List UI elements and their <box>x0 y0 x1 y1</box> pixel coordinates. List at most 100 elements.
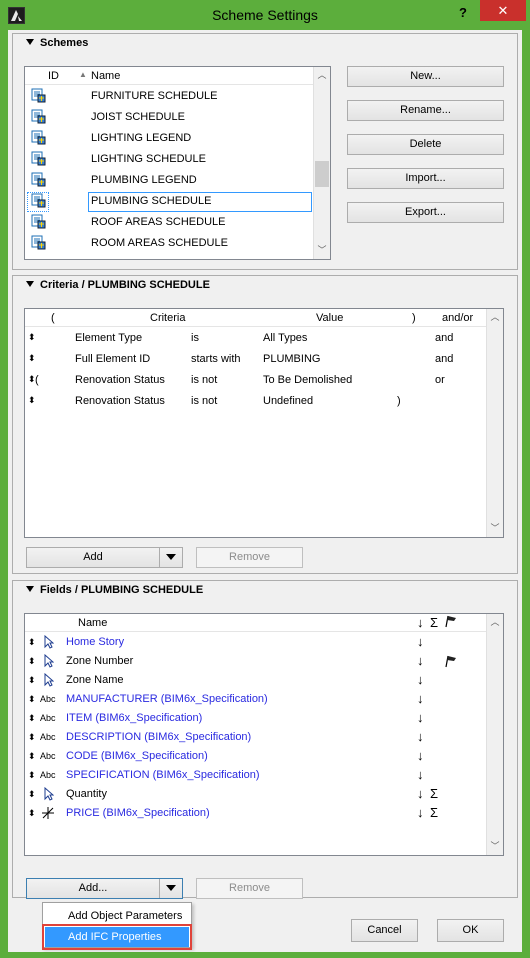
criteria-operator[interactable]: is <box>191 332 199 344</box>
field-row[interactable]: ⬍ Abc MANUFACTURER (BIM6x_Specification) ↓ <box>25 690 486 709</box>
close-button[interactable]: ✕ <box>480 0 526 21</box>
flag-icon[interactable] <box>445 655 457 671</box>
column-header-name[interactable]: Name <box>78 617 107 629</box>
field-row[interactable]: ⬍ Abc SPECIFICATION (BIM6x_Specification) ↓ <box>25 766 486 785</box>
sort-arrow-icon[interactable]: ↓ <box>417 710 424 725</box>
scheme-row[interactable]: JOIST SCHEDULE <box>25 107 313 128</box>
reorder-handle-icon[interactable]: ⬍ <box>28 353 36 364</box>
flag-icon[interactable] <box>445 615 457 631</box>
reorder-handle-icon[interactable]: ⬍ <box>28 808 36 819</box>
column-header-and-or[interactable]: and/or <box>442 312 473 324</box>
delete-button[interactable]: Delete <box>347 134 504 155</box>
scroll-down-icon[interactable]: ﹀ <box>314 242 330 259</box>
column-header-name[interactable]: Name <box>91 70 120 82</box>
criteria-panel-header[interactable]: Criteria / PLUMBING SCHEDULE <box>13 276 517 296</box>
field-name[interactable]: Home Story <box>66 636 124 648</box>
and-or[interactable]: or <box>435 374 445 386</box>
schemes-scrollbar[interactable]: ︿ ﹀ <box>313 67 330 259</box>
sort-arrow-icon[interactable]: ↓ <box>417 672 424 687</box>
sort-arrow-icon[interactable]: ↓ <box>417 729 424 744</box>
criteria-add-button[interactable]: Add <box>26 547 183 568</box>
criteria-name[interactable]: Renovation Status <box>75 374 165 386</box>
criteria-scrollbar[interactable]: ︿ ﹀ <box>486 309 503 537</box>
scheme-row[interactable]: ROOF AREAS SCHEDULE <box>25 212 313 233</box>
field-row[interactable]: ⬍ Abc CODE (BIM6x_Specification) ↓ <box>25 747 486 766</box>
scheme-row[interactable]: ROOM AREAS SCHEDULE <box>25 233 313 254</box>
sort-arrow-icon[interactable]: ↓ <box>417 748 424 763</box>
reorder-handle-icon[interactable]: ⬍ <box>28 789 36 800</box>
sort-arrow-icon[interactable]: ↓ <box>417 634 424 649</box>
criteria-value[interactable]: Undefined <box>263 395 313 407</box>
column-header-close-paren[interactable]: ) <box>412 312 416 324</box>
export-button[interactable]: Export... <box>347 202 504 223</box>
column-header-id[interactable]: ID <box>48 70 59 82</box>
reorder-handle-icon[interactable]: ⬍ <box>28 637 36 648</box>
field-name[interactable]: CODE (BIM6x_Specification) <box>66 750 208 762</box>
criteria-value[interactable]: All Types <box>263 332 307 344</box>
field-row[interactable]: ⬍ Abc DESCRIPTION (BIM6x_Specification) ↓ <box>25 728 486 747</box>
dropdown-arrow-icon[interactable] <box>159 548 182 567</box>
column-header-open-paren[interactable]: ( <box>51 312 55 324</box>
and-or[interactable]: and <box>435 332 453 344</box>
import-button[interactable]: Import... <box>347 168 504 189</box>
criteria-operator[interactable]: is not <box>191 395 217 407</box>
sum-icon[interactable]: Σ <box>430 805 438 820</box>
ok-button[interactable]: OK <box>437 919 504 942</box>
sort-arrow-icon[interactable]: ↓ <box>417 805 424 820</box>
collapse-triangle-icon[interactable] <box>26 281 34 287</box>
fields-scrollbar[interactable]: ︿ ﹀ <box>486 614 503 855</box>
open-paren[interactable]: ( <box>35 374 39 386</box>
field-name[interactable]: MANUFACTURER (BIM6x_Specification) <box>66 693 268 705</box>
scroll-up-icon[interactable]: ︿ <box>487 614 503 631</box>
criteria-operator[interactable]: is not <box>191 374 217 386</box>
cancel-button[interactable]: Cancel <box>351 919 418 942</box>
field-name[interactable]: PRICE (BIM6x_Specification) <box>66 807 210 819</box>
reorder-handle-icon[interactable]: ⬍ <box>28 395 36 406</box>
reorder-handle-icon[interactable]: ⬍ <box>28 675 36 686</box>
fields-panel-header[interactable]: Fields / PLUMBING SCHEDULE <box>13 581 517 601</box>
menu-item-add-ifc-properties[interactable]: Add IFC Properties <box>42 924 192 950</box>
scroll-down-icon[interactable]: ﹀ <box>487 838 503 855</box>
field-name[interactable]: ITEM (BIM6x_Specification) <box>66 712 202 724</box>
criteria-list[interactable]: ( Criteria Value ) and/or ⬍ Element Type i… <box>24 308 504 538</box>
field-name[interactable]: Zone Name <box>66 674 123 686</box>
reorder-handle-icon[interactable]: ⬍ <box>28 713 36 724</box>
criteria-operator[interactable]: starts with <box>191 353 241 365</box>
column-header-value[interactable]: Value <box>316 312 343 324</box>
scroll-down-icon[interactable]: ﹀ <box>487 520 503 537</box>
sort-arrow-icon[interactable]: ↓ <box>417 786 424 801</box>
collapse-triangle-icon[interactable] <box>26 586 34 592</box>
reorder-handle-icon[interactable]: ⬍ <box>28 332 36 343</box>
dropdown-arrow-icon[interactable] <box>159 879 182 898</box>
close-paren[interactable]: ) <box>397 395 401 407</box>
criteria-name[interactable]: Element Type <box>75 332 142 344</box>
reorder-handle-icon[interactable]: ⬍ <box>28 656 36 667</box>
criteria-name[interactable]: Full Element ID <box>75 353 150 365</box>
schemes-panel-header[interactable]: Schemes <box>13 34 517 54</box>
criteria-row[interactable]: ⬍ Element Type is All Types and <box>25 328 486 349</box>
criteria-row[interactable]: ⬍ Full Element ID starts with PLUMBING and <box>25 349 486 370</box>
criteria-row[interactable]: ⬍(Renovation Status is not To Be Demolishe… <box>25 370 486 391</box>
sum-icon[interactable]: Σ <box>430 615 438 630</box>
fields-remove-button[interactable]: Remove <box>196 878 303 899</box>
and-or[interactable]: and <box>435 353 453 365</box>
scheme-row[interactable]: LIGHTING SCHEDULE <box>25 149 313 170</box>
scheme-row[interactable]: PLUMBING SCHEDULE <box>25 191 313 212</box>
schemes-list[interactable]: ID ▲ Name FURNITURE SCHEDULE JOIST SCHEDU… <box>24 66 331 260</box>
field-name[interactable]: DESCRIPTION (BIM6x_Specification) <box>66 731 251 743</box>
scroll-up-icon[interactable]: ︿ <box>487 309 503 326</box>
scheme-row[interactable]: FURNITURE SCHEDULE <box>25 86 313 107</box>
field-row[interactable]: ⬍ Abc ITEM (BIM6x_Specification) ↓ <box>25 709 486 728</box>
criteria-remove-button[interactable]: Remove <box>196 547 303 568</box>
criteria-value[interactable]: PLUMBING <box>263 353 320 365</box>
sort-arrow-icon[interactable]: ↓ <box>417 615 424 630</box>
sort-arrow-icon[interactable]: ↓ <box>417 767 424 782</box>
field-row[interactable]: ⬍ PRICE (BIM6x_Specification) ↓ Σ <box>25 804 486 823</box>
scheme-row[interactable]: LIGHTING LEGEND <box>25 128 313 149</box>
field-row[interactable]: ⬍ Quantity ↓ Σ <box>25 785 486 804</box>
fields-list[interactable]: Name ↓ Σ ⬍ Home Story ↓ ⬍ Zone Number ↓ ⬍ Zone … <box>24 613 504 856</box>
criteria-value[interactable]: To Be Demolished <box>263 374 352 386</box>
criteria-name[interactable]: Renovation Status <box>75 395 165 407</box>
criteria-row[interactable]: ⬍ Renovation Status is not Undefined) <box>25 391 486 412</box>
sort-arrow-icon[interactable]: ↓ <box>417 691 424 706</box>
